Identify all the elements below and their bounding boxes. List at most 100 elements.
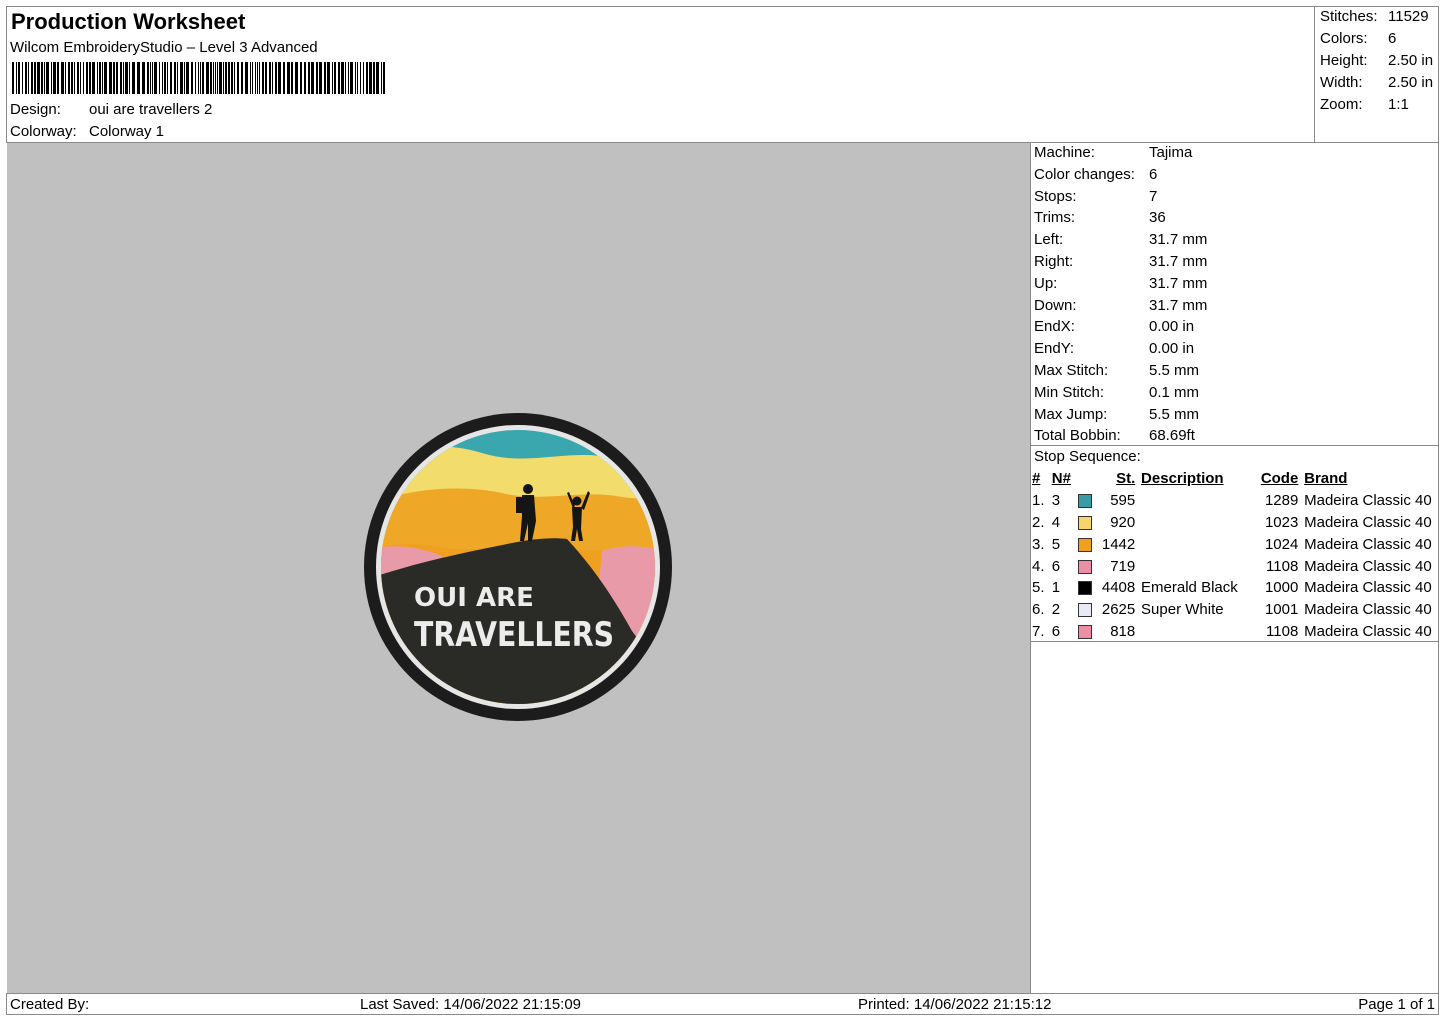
- divider: [1031, 641, 1438, 642]
- summary-zoom: Zoom: 1:1: [1320, 96, 1409, 113]
- machine-info-row: Color changes: 6: [1034, 165, 1158, 183]
- row-num: 4.: [1032, 557, 1045, 575]
- col-num: #: [1032, 470, 1041, 488]
- table-header-row: # N# St. Description Code Brand: [1032, 468, 1438, 490]
- row-description: Emerald Black: [1141, 579, 1238, 597]
- design-value: oui are travellers 2: [89, 101, 213, 118]
- printed-date: Printed: 14/06/2022 21:15:12: [858, 996, 1052, 1013]
- row-brand: Madeira Classic 40: [1304, 622, 1432, 640]
- colorway-value: Colorway 1: [89, 123, 165, 140]
- row-num: 7.: [1032, 622, 1045, 640]
- row-code: 1024: [1264, 535, 1299, 553]
- color-swatch-cell: [1077, 599, 1096, 621]
- machine-info-row: Max Stitch: 5.5 mm: [1034, 362, 1200, 379]
- last-saved: Last Saved: 14/06/2022 21:15:09: [360, 996, 582, 1013]
- machine-info-row: EndX: 0.00 in: [1034, 318, 1195, 336]
- machine-info-row: Min Stitch: 0.1 mm: [1034, 383, 1200, 401]
- table-row: 5. 1 4408 Emerald Black 1000 Madeira Classic …: [1032, 577, 1438, 599]
- row-stitches: 4408: [1101, 579, 1136, 597]
- row-stitches: 719: [1110, 557, 1136, 575]
- table-row: 3. 5 1442 1024 Madeira Classic 40: [1032, 533, 1438, 555]
- machine-info-row: Machine: Tajima: [1034, 144, 1193, 161]
- color-swatch: [1077, 516, 1092, 531]
- summary-colors: Colors: 6: [1320, 30, 1397, 47]
- color-swatch-cell: [1077, 577, 1096, 599]
- design-preview: OUI ARE TRAVELLERS: [7, 143, 1030, 993]
- row-num: 1.: [1032, 492, 1045, 510]
- row-stitches: 1442: [1101, 535, 1136, 553]
- color-swatch-cell: [1077, 490, 1096, 512]
- row-needle: 6: [1051, 557, 1061, 575]
- row-brand: Madeira Classic 40: [1304, 535, 1432, 553]
- col-swatch: [1078, 468, 1096, 490]
- row-code: 1289: [1264, 492, 1299, 510]
- row-brand: Madeira Classic 40: [1304, 557, 1432, 575]
- row-description: [1141, 512, 1253, 534]
- row-description: [1141, 621, 1253, 643]
- row-brand: Madeira Classic 40: [1304, 492, 1432, 510]
- color-swatch-cell: [1077, 512, 1096, 534]
- row-description: Super White: [1141, 601, 1224, 619]
- summary-width: Width: 2.50 in: [1320, 74, 1434, 91]
- col-brand: Brand: [1304, 470, 1348, 488]
- row-description: [1141, 490, 1253, 512]
- color-swatch-cell: [1077, 621, 1096, 643]
- table-row: 7. 6 818 1108 Madeira Classic 40: [1032, 621, 1438, 643]
- machine-info-row: Left: 31.7 mm: [1034, 231, 1208, 249]
- page-title: Production Worksheet: [11, 9, 246, 34]
- row-brand: Madeira Classic 40: [1304, 579, 1432, 597]
- worksheet-header: Production Worksheet Wilcom EmbroiderySt…: [6, 6, 1439, 143]
- summary-height: Height: 2.50 in: [1320, 52, 1434, 69]
- row-stitches: 2625: [1101, 601, 1136, 619]
- software-subtitle: Wilcom EmbroideryStudio – Level 3 Advanc…: [10, 39, 318, 56]
- row-stitches: 595: [1110, 492, 1136, 510]
- design-summary: Stitches: 11529 Colors: 6 Height: 2.50 in W…: [1314, 7, 1441, 142]
- page-number: Page 1 of 1: [1358, 996, 1435, 1013]
- row-brand: Madeira Classic 40: [1304, 513, 1432, 531]
- embroidery-patch: OUI ARE TRAVELLERS: [364, 413, 672, 721]
- row-num: 3.: [1032, 535, 1045, 553]
- color-swatch: [1077, 494, 1092, 509]
- machine-info-row: EndY: 0.00 in: [1034, 340, 1195, 358]
- summary-stitches: Stitches: 11529: [1320, 8, 1429, 25]
- colorway-label: Colorway:: [10, 123, 77, 140]
- row-num: 6.: [1032, 601, 1045, 619]
- created-by: Created By:: [10, 996, 90, 1013]
- row-needle: 5: [1051, 535, 1061, 553]
- worksheet-footer: Created By: Last Saved: 14/06/2022 21:15…: [6, 993, 1439, 1015]
- details-panel: Machine: Tajima Color changes: 6 Stops: 7 Trim…: [1030, 143, 1439, 993]
- color-swatch: [1077, 537, 1092, 552]
- table-row: 2. 4 920 1023 Madeira Classic 40: [1032, 512, 1438, 534]
- col-st: St.: [1116, 470, 1136, 488]
- color-swatch: [1077, 603, 1092, 618]
- patch-line-2: TRAVELLERS: [414, 615, 614, 655]
- color-swatch: [1077, 625, 1092, 639]
- machine-info-row: Total Bobbin: 68.69ft: [1034, 427, 1195, 445]
- row-code: 1001: [1264, 601, 1299, 619]
- patch-line-1: OUI ARE: [414, 583, 534, 613]
- table-row: 1. 3 595 1289 Madeira Classic 40: [1032, 490, 1438, 512]
- col-code: Code: [1260, 470, 1299, 488]
- row-needle: 2: [1051, 601, 1061, 619]
- color-swatch-cell: [1077, 555, 1096, 577]
- machine-info-row: Down: 31.7 mm: [1034, 296, 1208, 314]
- row-num: 2.: [1032, 513, 1045, 531]
- row-description: [1141, 555, 1253, 577]
- table-row: 4. 6 719 1108 Madeira Classic 40: [1032, 555, 1438, 577]
- row-code: 1108: [1266, 557, 1299, 575]
- row-code: 1023: [1264, 513, 1299, 531]
- design-label: Design:: [10, 101, 61, 118]
- stop-sequence-title: Stop Sequence:: [1034, 448, 1141, 465]
- machine-info-row: Max Jump: 5.5 mm: [1034, 405, 1200, 423]
- row-stitches: 818: [1110, 622, 1136, 640]
- color-swatch: [1077, 559, 1092, 574]
- row-description: [1141, 533, 1253, 555]
- row-code: 1108: [1266, 622, 1299, 640]
- row-needle: 6: [1051, 622, 1061, 640]
- col-description: Description: [1141, 470, 1224, 488]
- machine-info-row: Trims: 36: [1034, 209, 1166, 227]
- machine-info-row: Stops: 7: [1034, 187, 1158, 205]
- table-row: 6. 2 2625 Super White 1001 Madeira Classic 40: [1032, 599, 1438, 621]
- row-code: 1000: [1264, 579, 1299, 597]
- row-stitches: 920: [1110, 513, 1136, 531]
